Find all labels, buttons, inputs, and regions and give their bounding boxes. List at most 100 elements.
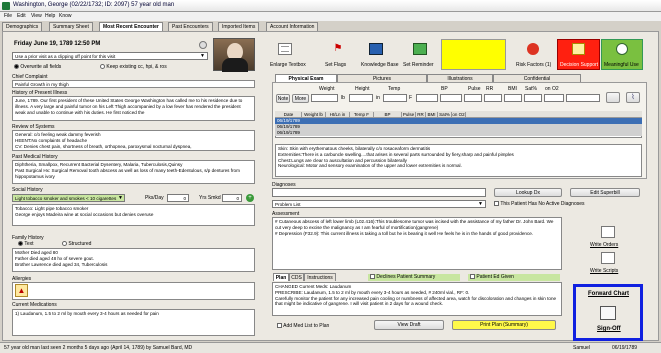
medications-field[interactable]: 1) Laudanum, 1.5 to 2 ml by mouth every …: [12, 309, 255, 336]
enlarge-textbox-icon[interactable]: [278, 43, 292, 55]
rr-field[interactable]: [484, 94, 502, 102]
family-structured-radio[interactable]: Structured: [62, 241, 91, 247]
pmh-field[interactable]: Diphtheria, Smallpox, Recurrent Bacteria…: [12, 160, 255, 184]
tab-pictures[interactable]: Pictures: [337, 74, 427, 82]
family-structured-dot[interactable]: [62, 241, 67, 247]
no-active-dx-checkbox[interactable]: This Patient Has No Active Diagnoses: [494, 201, 585, 207]
add-med-box[interactable]: [277, 323, 282, 329]
decision-support-label[interactable]: Decision Support: [560, 62, 598, 68]
chevron-down-icon[interactable]: ▼: [200, 53, 205, 59]
height-field[interactable]: [349, 94, 373, 102]
height-label: Height: [355, 86, 370, 92]
physical-exam-field[interactable]: Skin: Skin with erythematous cheeks, bil…: [275, 144, 642, 177]
add-green-icon[interactable]: +: [246, 194, 254, 202]
sat-field[interactable]: [524, 94, 542, 102]
ed-given-box[interactable]: [470, 274, 475, 280]
overwrite-radio[interactable]: Overwrite all fields: [14, 64, 61, 70]
on-o2-field[interactable]: [544, 94, 564, 102]
edit-superbill-button[interactable]: Edit Superbill: [570, 188, 640, 197]
vitals-extra-field[interactable]: [566, 94, 600, 102]
tab-plan[interactable]: Plan: [273, 273, 289, 281]
social-notes-field[interactable]: Tobacco: Light pipe tobacco smoker Georg…: [12, 204, 255, 226]
tab-most-recent-encounter[interactable]: Most Recent Encounter: [99, 22, 163, 31]
refresh-icon[interactable]: [199, 41, 207, 49]
view-draft-button[interactable]: View Draft: [374, 320, 444, 330]
menu-edit[interactable]: Edit: [17, 13, 26, 19]
temp-field[interactable]: [383, 94, 407, 102]
vitals-chart-button[interactable]: ⌇: [626, 92, 640, 103]
set-flags-icon[interactable]: ⚑: [332, 43, 344, 55]
set-reminder-icon[interactable]: [413, 43, 427, 55]
menu-help[interactable]: Help: [45, 13, 55, 19]
bp-diastolic-field[interactable]: [440, 94, 462, 102]
knowledge-base-label[interactable]: Knowledge Base: [361, 62, 399, 68]
hpi-field[interactable]: June, 1789. Our first president of these…: [12, 96, 255, 121]
menu-view[interactable]: View: [31, 13, 42, 19]
assessment-field[interactable]: # Cutaneous abscess of left lower limb (…: [272, 217, 562, 270]
tab-imported-items[interactable]: Imported Items: [218, 22, 260, 31]
no-active-dx-box[interactable]: [494, 201, 499, 207]
tab-cds[interactable]: CDS: [289, 273, 304, 281]
decision-support-icon: [572, 43, 585, 55]
lookup-dx-button[interactable]: Lookup Dx: [494, 188, 562, 197]
risk-factors-label[interactable]: Risk Factors (1): [516, 62, 551, 68]
bp-systolic-field[interactable]: [416, 94, 438, 102]
declines-box[interactable]: [370, 274, 375, 280]
chief-complaint-field[interactable]: Painful Growth in my thigh: [12, 80, 255, 88]
allergy-warning-icon[interactable]: ▲: [15, 284, 28, 297]
keep-existing-radio-dot[interactable]: [100, 64, 105, 70]
prior-visit-select[interactable]: Use a prior visit as a clipping off poin…: [12, 52, 208, 60]
family-text-radio[interactable]: Text: [18, 241, 33, 247]
vitals-row[interactable]: 06/19/1789: [275, 130, 642, 136]
tab-illustrations[interactable]: Illustrations: [427, 74, 493, 82]
note-button[interactable]: Note: [276, 94, 290, 103]
tobacco-select[interactable]: Light tobacco smoker and smokes < 10 cig…: [12, 194, 125, 202]
problem-list-select[interactable]: Problem List: [272, 200, 486, 208]
set-flags-label[interactable]: Set Flags: [325, 62, 346, 68]
yrs-smkd-field[interactable]: 0: [222, 194, 242, 202]
menu-know[interactable]: Know: [59, 13, 72, 19]
forward-chart-button[interactable]: Forward Chart: [588, 291, 629, 297]
write-scripts-label[interactable]: Write Scripts: [590, 268, 618, 274]
declines-checkbox[interactable]: Declines Patient Summary: [368, 274, 460, 281]
enlarge-textbox-label[interactable]: Enlarge Textbox: [270, 62, 306, 68]
tobacco-chevron-icon[interactable]: ▼: [118, 195, 123, 201]
write-scripts-icon[interactable]: [601, 252, 615, 264]
weight-field[interactable]: [311, 94, 338, 102]
menu-file[interactable]: File: [4, 13, 12, 19]
add-med-checkbox[interactable]: Add Med List to Plan: [277, 323, 329, 329]
problem-list-chevron-icon[interactable]: ▼: [478, 201, 483, 207]
sign-off-icon[interactable]: [600, 306, 616, 320]
keep-existing-radio[interactable]: Keep existing cc, hpi, & ros: [100, 64, 167, 70]
status-user: Samuel: [573, 345, 590, 351]
set-reminder-label[interactable]: Set Reminder: [403, 62, 434, 68]
more-button[interactable]: More: [292, 94, 309, 103]
bmi-field[interactable]: [504, 94, 522, 102]
write-orders-icon[interactable]: [601, 226, 615, 238]
allergies-field[interactable]: [12, 282, 255, 300]
print-plan-button[interactable]: Print Plan (Summary): [452, 320, 556, 330]
tab-physical-exam[interactable]: Physical Exam: [275, 74, 337, 82]
meaningful-use-label[interactable]: Meaningful Use: [604, 62, 639, 68]
diagnoses-field[interactable]: [272, 188, 486, 197]
pks-day-field[interactable]: 0: [167, 194, 189, 202]
tab-instructions[interactable]: Instructions: [304, 273, 336, 281]
pulse-field[interactable]: [464, 94, 482, 102]
plan-field[interactable]: CHANGED Current Meds: Laudanum PRESCRIBE…: [272, 282, 562, 316]
overwrite-radio-dot[interactable]: [14, 64, 19, 70]
tab-past-encounters[interactable]: Past Encounters: [168, 22, 213, 31]
tab-confidential[interactable]: Confidential: [493, 74, 581, 82]
ed-given-checkbox[interactable]: Patient Ed Given: [468, 274, 560, 281]
tab-account-information[interactable]: Account Information: [266, 22, 319, 31]
tab-demographics[interactable]: Demographics: [2, 22, 43, 31]
rr-label: RR: [486, 86, 494, 92]
knowledge-base-icon[interactable]: [369, 43, 383, 55]
write-orders-label[interactable]: Write Orders: [590, 242, 618, 248]
family-text-dot[interactable]: [18, 241, 23, 247]
family-field[interactable]: Mother Died aged 80 Father died aged 48 …: [12, 248, 255, 272]
tab-summary-sheet[interactable]: Summary Sheet: [49, 22, 93, 31]
risk-factors-icon[interactable]: [527, 43, 539, 55]
vitals-grid-button[interactable]: [606, 92, 620, 103]
sign-off-button[interactable]: Sign-Off: [597, 326, 621, 332]
ros-field[interactable]: General: c/o feeling weak dammy feverish…: [12, 130, 255, 151]
